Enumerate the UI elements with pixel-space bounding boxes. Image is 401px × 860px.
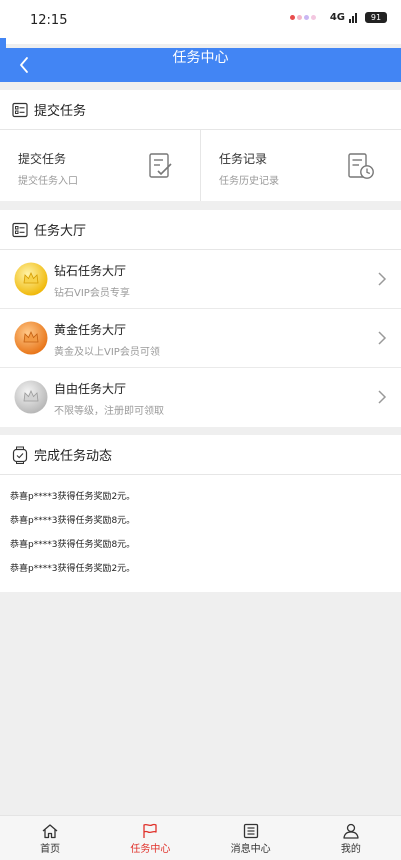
document-clock-icon xyxy=(348,153,374,179)
flag-icon xyxy=(143,823,158,838)
submit-task-sub: 提交任务入口 xyxy=(18,176,78,187)
tab-mine[interactable]: 我的 xyxy=(301,816,401,860)
list-item: 恭喜p****3获得任务奖励8元。 xyxy=(10,516,136,526)
silver-crown-medal-icon xyxy=(14,380,48,414)
gold-hall-row[interactable]: 黄金任务大厅 黄金及以上VIP会员可领 xyxy=(0,309,401,368)
section-header: 完成任务动态 xyxy=(0,435,401,475)
status-bar: 12:15 4G 91 xyxy=(0,0,401,44)
header-edge xyxy=(0,38,6,48)
task-news-section: 完成任务动态 恭喜p****3获得任务奖励2元。 恭喜p****3获得任务奖励8… xyxy=(0,435,401,592)
section-header: 任务大厅 xyxy=(0,210,401,250)
tab-label: 首页 xyxy=(40,844,61,855)
watch-icon xyxy=(12,446,28,464)
free-hall-row[interactable]: 自由任务大厅 不限等级，注册即可领取 xyxy=(0,368,401,427)
tab-task-center[interactable]: 任务中心 xyxy=(100,816,200,860)
section-title: 完成任务动态 xyxy=(34,449,113,464)
section-header: 提交任务 xyxy=(0,90,401,130)
hall-title: 自由任务大厅 xyxy=(54,382,127,396)
chevron-right-icon xyxy=(378,272,387,286)
task-record-button[interactable]: 任务记录 任务历史记录 xyxy=(200,130,401,201)
list-item: 恭喜p****3获得任务奖励8元。 xyxy=(10,540,136,550)
tab-home[interactable]: 首页 xyxy=(0,816,100,860)
hall-sub: 不限等级，注册即可领取 xyxy=(54,406,164,417)
tab-messages[interactable]: 消息中心 xyxy=(201,816,301,860)
status-indicators: 4G 91 xyxy=(289,12,387,23)
tab-label: 任务中心 xyxy=(130,844,171,855)
user-icon xyxy=(343,823,359,839)
page-title: 任务中心 xyxy=(172,50,229,66)
signal-icon xyxy=(349,12,357,23)
list-item: 恭喜p****3获得任务奖励2元。 xyxy=(10,492,136,502)
chevron-right-icon xyxy=(378,390,387,404)
task-record-label: 任务记录 xyxy=(219,152,268,166)
bottom-tab-bar: 首页 任务中心 消息中心 我的 xyxy=(0,815,401,860)
chevron-right-icon xyxy=(378,331,387,345)
battery-icon: 91 xyxy=(365,12,387,23)
hall-sub: 钻石VIP会员专享 xyxy=(54,288,130,299)
status-time: 12:15 xyxy=(30,13,68,28)
checklist-icon xyxy=(12,102,28,117)
section-title: 提交任务 xyxy=(34,104,87,119)
tab-label: 消息中心 xyxy=(230,844,271,855)
submit-task-label: 提交任务 xyxy=(18,152,67,166)
section-title: 任务大厅 xyxy=(34,224,87,239)
task-record-sub: 任务历史记录 xyxy=(219,176,279,187)
checklist-icon xyxy=(12,222,28,237)
list-item: 恭喜p****3获得任务奖励2元。 xyxy=(10,564,136,574)
news-list: 恭喜p****3获得任务奖励2元。 恭喜p****3获得任务奖励8元。 恭喜p*… xyxy=(0,475,401,591)
network-type: 4G xyxy=(329,12,345,23)
diamond-hall-row[interactable]: 钻石任务大厅 钻石VIP会员专享 xyxy=(0,250,401,309)
submit-task-section: 提交任务 提交任务 提交任务入口 任务记录 任务历史记录 xyxy=(0,90,401,201)
app-indicator-icon xyxy=(289,15,316,20)
hall-title: 黄金任务大厅 xyxy=(54,323,127,337)
tab-label: 我的 xyxy=(340,844,361,855)
list-icon xyxy=(243,823,258,839)
gold-crown-medal-icon xyxy=(14,262,48,296)
submit-task-button[interactable]: 提交任务 提交任务入口 xyxy=(0,130,200,201)
header: 任务中心 xyxy=(0,48,401,82)
hall-title: 钻石任务大厅 xyxy=(54,264,127,278)
orange-crown-medal-icon xyxy=(14,321,48,355)
hall-sub: 黄金及以上VIP会员可领 xyxy=(54,347,160,358)
clipboard-check-icon xyxy=(149,153,172,178)
home-icon xyxy=(42,824,58,839)
task-hall-section: 任务大厅 钻石任务大厅 钻石VIP会员专享 黄金任务大厅 黄金及以上VIP会员可… xyxy=(0,210,401,427)
